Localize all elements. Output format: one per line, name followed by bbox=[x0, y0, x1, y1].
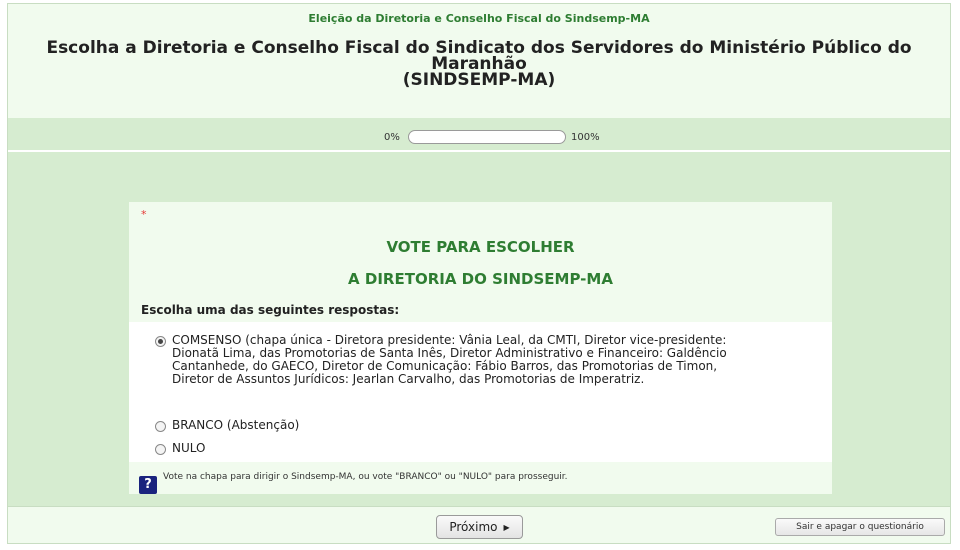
question-instruction: Escolha uma das seguintes respostas: bbox=[141, 303, 400, 317]
survey-name: Eleição da Diretoria e Conselho Fiscal d… bbox=[308, 12, 650, 25]
navigation-footer: Próximo ▶ Sair e apagar o questionário bbox=[8, 506, 950, 543]
survey-description: Escolha a Diretoria e Conselho Fiscal do… bbox=[8, 38, 950, 90]
survey-header: Eleição da Diretoria e Conselho Fiscal d… bbox=[8, 4, 950, 118]
next-button-label: Próximo bbox=[449, 520, 498, 534]
radio-button[interactable] bbox=[155, 336, 166, 347]
survey-description-line1: Escolha a Diretoria e Conselho Fiscal do… bbox=[46, 38, 912, 74]
survey-description-line2: (SINDSEMP-MA) bbox=[402, 70, 556, 90]
progress-max-label: 100% bbox=[571, 132, 600, 143]
answer-list: COMSENSO (chapa única - Diretora preside… bbox=[129, 322, 832, 462]
exit-and-clear-button[interactable]: Sair e apagar o questionário bbox=[775, 518, 945, 536]
question-mark-icon: ? bbox=[139, 476, 157, 494]
required-marker: * bbox=[141, 208, 147, 221]
question-container: * VOTE PARA ESCOLHER A DIRETORIA DO SIND… bbox=[129, 202, 832, 494]
answer-option-comsenso[interactable]: COMSENSO (chapa única - Diretora preside… bbox=[155, 334, 737, 386]
answer-label: NULO bbox=[172, 441, 206, 455]
progress-bar bbox=[408, 130, 566, 144]
answer-option-nulo[interactable]: NULO bbox=[155, 442, 737, 455]
question-help: ? Vote na chapa para dirigir o Sindsemp-… bbox=[139, 470, 819, 494]
next-button[interactable]: Próximo ▶ bbox=[436, 515, 523, 539]
answer-label: COMSENSO (chapa única - Diretora preside… bbox=[172, 333, 727, 386]
radio-button[interactable] bbox=[155, 444, 166, 455]
help-text: Vote na chapa para dirigir o Sindsemp-MA… bbox=[163, 472, 568, 482]
arrow-right-icon: ▶ bbox=[503, 522, 510, 532]
progress-min-label: 0% bbox=[384, 132, 400, 143]
question-title-line2: A DIRETORIA DO SINDSEMP-MA bbox=[348, 270, 613, 288]
survey-frame: Eleição da Diretoria e Conselho Fiscal d… bbox=[7, 3, 951, 544]
radio-button[interactable] bbox=[155, 421, 166, 432]
answer-option-branco[interactable]: BRANCO (Abstenção) bbox=[155, 419, 737, 432]
question-title-line1: VOTE PARA ESCOLHER bbox=[386, 238, 575, 256]
progress-area: 0% 100% bbox=[8, 118, 950, 152]
answer-label: BRANCO (Abstenção) bbox=[172, 418, 300, 432]
